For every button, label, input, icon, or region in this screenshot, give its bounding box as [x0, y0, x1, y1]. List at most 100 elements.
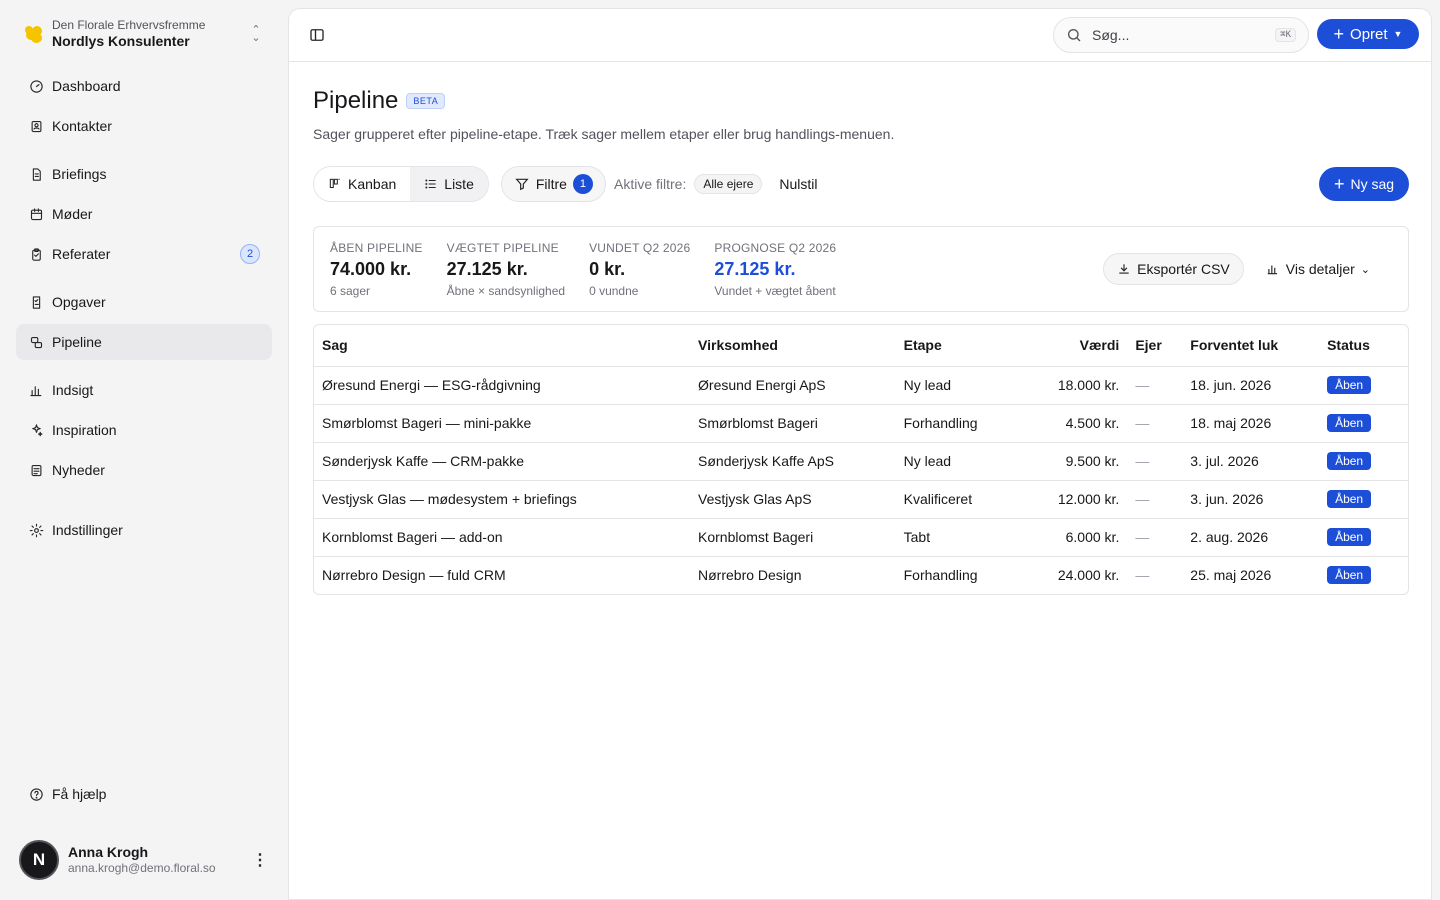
cell-close: 3. jul. 2026: [1182, 442, 1320, 481]
contacts-icon: [28, 118, 44, 134]
stat-label: PROGNOSE Q2 2026: [714, 240, 837, 255]
active-filter-chip[interactable]: Alle ejere: [694, 174, 763, 194]
cell-value: 4.500 kr.: [1025, 404, 1128, 443]
cell-value: 12.000 kr.: [1025, 480, 1128, 519]
table-row[interactable]: Vestjysk Glas — mødesystem + briefings Ve…: [314, 480, 1408, 519]
sidebar: Den Florale Erhvervsfremme Nordlys Konsu…: [0, 0, 288, 900]
show-details-button[interactable]: Vis detaljer ⌄: [1256, 253, 1380, 285]
status-badge: Åben: [1327, 414, 1372, 432]
cell-deal: Kornblomst Bageri — add-on: [314, 518, 691, 557]
stat-card: VÆGTET PIPELINE 27.125 kr. Åbne × sandsynl…: [447, 241, 565, 298]
org-switcher[interactable]: Den Florale Erhvervsfremme Nordlys Konsu…: [16, 12, 272, 56]
kanban-icon: [329, 178, 340, 189]
column-header[interactable]: Værdi: [1025, 325, 1128, 367]
cell-value: 18.000 kr.: [1025, 366, 1128, 405]
stat-sub: 0 vundne: [589, 283, 639, 298]
gear-icon: [28, 522, 44, 538]
table-row[interactable]: Smørblomst Bageri — mini-pakke Smørblomst…: [314, 404, 1408, 443]
sidebar-item-label: Inspiration: [52, 422, 117, 438]
download-icon: [1119, 264, 1129, 274]
column-header[interactable]: Etape: [895, 325, 1026, 367]
status-cell: Åben: [1319, 442, 1408, 481]
table-row[interactable]: Øresund Energi — ESG-rådgivning Øresund E…: [314, 366, 1408, 405]
sidebar-toggle-icon[interactable]: [308, 26, 326, 44]
column-header[interactable]: Sag: [314, 325, 691, 367]
status-cell: Åben: [1319, 366, 1408, 405]
sidebar-item-indstillinger[interactable]: Indstillinger: [16, 512, 272, 548]
sidebar-item-inspiration[interactable]: Inspiration: [16, 412, 272, 448]
cell-deal: Øresund Energi — ESG-rådgivning: [314, 366, 691, 405]
sidebar-item-indsigt[interactable]: Indsigt: [16, 372, 272, 408]
dashboard-icon: [28, 78, 44, 94]
sidebar-item-label: Indsigt: [52, 382, 94, 398]
cell-stage: Forhandling: [895, 404, 1026, 443]
cell-close: 3. jun. 2026: [1182, 480, 1320, 519]
more-vertical-icon[interactable]: ⋮: [248, 850, 272, 870]
stat-label: ÅBEN PIPELINE: [330, 240, 423, 255]
sidebar-item-briefings[interactable]: Briefings: [16, 156, 272, 192]
filters-button[interactable]: Filtre 1: [500, 166, 606, 202]
cell-company: Nørrebro Design: [698, 567, 802, 584]
plus-icon: +: [1333, 173, 1345, 194]
stat-sub: Vundet + vægtet åbent: [714, 283, 836, 298]
clipboard-icon: [28, 246, 44, 262]
sidebar-item-badge: 2: [240, 244, 260, 264]
column-header[interactable]: Forventet luk: [1182, 325, 1320, 367]
table-row[interactable]: Nørrebro Design — fuld CRM Nørrebro Desig…: [314, 556, 1408, 594]
sidebar-item-dashboard[interactable]: Dashboard: [16, 68, 272, 104]
create-button[interactable]: + Opret ▼: [1317, 19, 1419, 49]
help-label: Få hjælp: [52, 786, 107, 802]
stat-value: 27.125 kr.: [714, 258, 796, 279]
view-list-label: Liste: [444, 176, 474, 192]
user-profile[interactable]: N Anna Krogh anna.krogh@demo.floral.so ⋮: [16, 832, 272, 888]
help-link[interactable]: Få hjælp: [16, 776, 272, 812]
export-csv-label: Eksportér CSV: [1137, 261, 1230, 277]
sidebar-item-pipeline[interactable]: Pipeline: [16, 324, 272, 360]
cell-owner: —: [1135, 567, 1150, 584]
newspaper-icon: [28, 462, 44, 478]
page-subtitle: Sager grupperet efter pipeline-etape. Tr…: [313, 126, 895, 142]
cell-value: 9.500 kr.: [1025, 442, 1128, 481]
status-cell: Åben: [1319, 404, 1408, 443]
chevron-down-icon: ⌄: [1360, 263, 1370, 276]
status-badge: Åben: [1327, 528, 1372, 546]
sidebar-item-nyheder[interactable]: Nyheder: [16, 452, 272, 488]
status-badge: Åben: [1327, 376, 1372, 394]
sidebar-item-kontakter[interactable]: Kontakter: [16, 108, 272, 144]
user-name: Anna Krogh: [68, 844, 149, 861]
stat-card: VUNDET Q2 2026 0 kr. 0 vundne: [589, 241, 690, 298]
search-placeholder: Søg...: [1092, 27, 1130, 43]
column-header[interactable]: Status: [1319, 325, 1408, 367]
filter-icon: [515, 178, 529, 191]
column-header[interactable]: Virksomhed: [690, 325, 896, 367]
active-filters-label: Aktive filtre:: [613, 176, 687, 192]
cell-deal: Nørrebro Design — fuld CRM: [322, 567, 506, 584]
cell-value: 24.000 kr.: [1057, 567, 1120, 584]
search-input[interactable]: Søg... ⌘K: [1053, 17, 1309, 53]
sidebar-item-opgaver[interactable]: Opgaver: [16, 284, 272, 320]
view-kanban-label: Kanban: [348, 176, 397, 192]
column-header[interactable]: Ejer: [1127, 325, 1183, 367]
export-csv-button[interactable]: Eksportér CSV: [1103, 253, 1244, 285]
view-list-button[interactable]: Liste: [410, 167, 488, 201]
view-kanban-button[interactable]: Kanban: [314, 167, 410, 201]
table-row[interactable]: Sønderjysk Kaffe — CRM-pakke Sønderjysk K…: [314, 442, 1408, 481]
new-deal-label: Ny sag: [1350, 176, 1395, 192]
tasks-icon: [28, 294, 44, 310]
topbar: Søg... ⌘K + Opret ▼: [289, 9, 1431, 62]
stat-sub: 6 sager: [330, 283, 371, 298]
create-label: Opret: [1350, 25, 1388, 43]
sidebar-item-label: Indstillinger: [52, 522, 123, 538]
cell-deal: Smørblomst Bageri — mini-pakke: [314, 404, 691, 443]
sidebar-item-referater[interactable]: Referater 2: [16, 236, 272, 272]
main-panel: Søg... ⌘K + Opret ▼ Pipeline BETA Sager …: [288, 8, 1432, 900]
stat-label: VÆGTET PIPELINE: [446, 240, 559, 255]
show-details-label: Vis detaljer: [1285, 261, 1355, 277]
table-row[interactable]: Kornblomst Bageri — add-on Kornblomst Bag…: [314, 518, 1408, 557]
reset-filters-button[interactable]: Nulstil: [779, 176, 817, 192]
sidebar-item-label: Dashboard: [52, 78, 121, 94]
cell-owner: —: [1127, 442, 1183, 481]
sidebar-group: Dashboard Kontakter: [16, 68, 272, 148]
new-deal-button[interactable]: + Ny sag: [1319, 167, 1409, 201]
sidebar-item-m-der[interactable]: Møder: [16, 196, 272, 232]
